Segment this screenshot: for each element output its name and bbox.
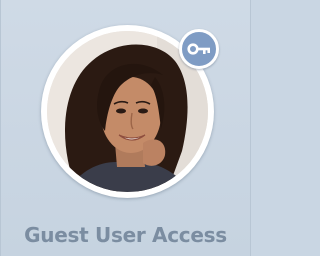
key-badge-button[interactable] xyxy=(179,29,219,69)
guest-user-access-tile[interactable]: Guest User Access xyxy=(0,0,251,256)
key-icon xyxy=(187,42,211,56)
tile-title: Guest User Access xyxy=(24,223,227,247)
